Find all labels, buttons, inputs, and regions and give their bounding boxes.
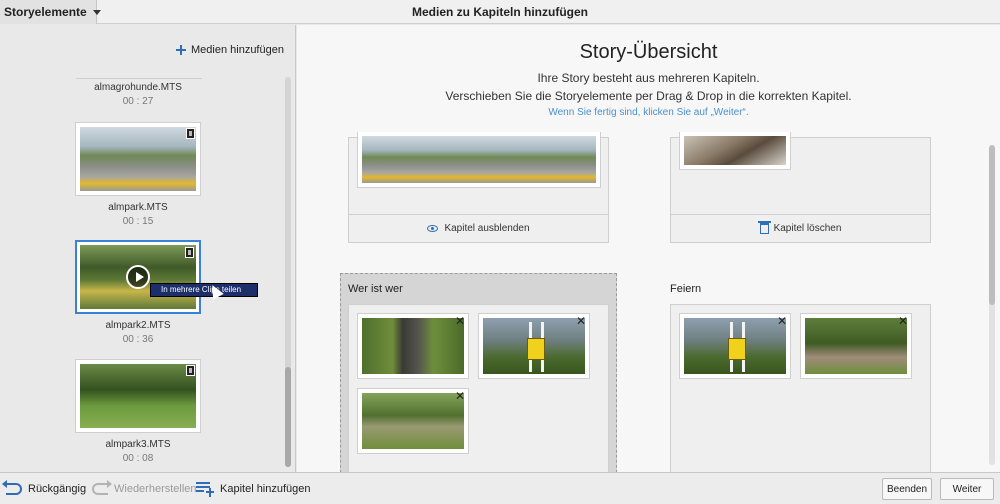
chapter-box[interactable]: ✕ ✕ xyxy=(670,304,931,472)
window-title: Medien zu Kapiteln hinzufügen xyxy=(412,5,588,19)
remove-icon[interactable]: ✕ xyxy=(776,315,788,327)
left-scrollbar-thumb[interactable] xyxy=(285,367,291,467)
media-card-image xyxy=(483,318,585,374)
delete-chapter-label: Kapitel löschen xyxy=(773,223,842,234)
clip-thumbnail[interactable] xyxy=(75,359,201,433)
media-card[interactable]: ✕ xyxy=(800,313,912,379)
delete-chapter-button[interactable]: Kapitel löschen xyxy=(671,214,930,242)
clip-duration: 00 : 15 xyxy=(122,216,154,227)
play-icon[interactable] xyxy=(126,265,150,289)
plus-icon xyxy=(176,45,186,55)
redo-button[interactable]: Wiederherstellen xyxy=(92,479,197,499)
film-icon xyxy=(186,365,195,376)
clip-name: almpark.MTS xyxy=(108,202,168,213)
clip-name: almagrohunde.MTS xyxy=(94,82,182,93)
media-card[interactable] xyxy=(357,132,601,188)
add-media-label: Medien hinzufügen xyxy=(191,44,284,56)
hint-text: Wenn Sie fertig sind, klicken Sie auf „W… xyxy=(548,107,749,118)
redo-label: Wiederherstellen xyxy=(114,483,197,495)
media-card-image xyxy=(362,393,464,449)
clip-duration: 00 : 08 xyxy=(122,453,154,464)
add-media-button[interactable]: Medien hinzufügen xyxy=(176,44,284,56)
media-clip[interactable]: almagrohunde.MTS 00 : 27 xyxy=(75,82,201,107)
subtitle-1: Ihre Story besteht aus mehreren Kapiteln… xyxy=(537,71,760,85)
media-card-image xyxy=(684,136,786,165)
next-button[interactable]: Weiter xyxy=(940,478,994,500)
right-scrollbar-thumb[interactable] xyxy=(989,145,995,305)
media-clip[interactable]: almpark3.MTS 00 : 08 xyxy=(75,359,201,464)
story-overview-panel: Story-Übersicht Ihre Story besteht aus m… xyxy=(297,25,1000,472)
chapter-box: Kapitel löschen xyxy=(670,132,931,243)
clip-thumbnail[interactable] xyxy=(75,122,201,196)
clip-image xyxy=(80,127,196,191)
clip-duration: 00 : 27 xyxy=(122,96,154,107)
sign-shape xyxy=(527,338,545,360)
media-card[interactable]: ✕ xyxy=(357,388,469,454)
media-card-image xyxy=(805,318,907,374)
remove-icon[interactable]: ✕ xyxy=(575,315,587,327)
clip-name: almpark2.MTS xyxy=(105,320,171,331)
top-bar: Storyelemente Medien zu Kapiteln hinzufü… xyxy=(0,0,1000,24)
hide-chapter-label: Kapitel ausblenden xyxy=(444,223,530,234)
chapter-box: Kapitel ausblenden xyxy=(348,132,609,243)
remove-icon[interactable]: ✕ xyxy=(454,315,466,327)
add-chapter-icon xyxy=(196,481,214,497)
add-chapter-button[interactable]: Kapitel hinzufügen xyxy=(196,479,311,499)
undo-label: Rückgängig xyxy=(28,483,87,495)
clip-name: almpark3.MTS xyxy=(105,439,171,450)
undo-button[interactable]: Rückgängig xyxy=(2,479,87,499)
media-card[interactable]: ✕ xyxy=(478,313,590,379)
remove-icon[interactable]: ✕ xyxy=(454,390,466,402)
finish-button[interactable]: Beenden xyxy=(882,478,932,500)
clip-duration: 00 : 36 xyxy=(122,334,154,345)
right-scrollbar[interactable] xyxy=(989,145,995,465)
film-icon xyxy=(186,128,195,139)
media-card-image xyxy=(684,318,786,374)
undo-icon xyxy=(2,480,22,495)
film-icon xyxy=(185,247,194,258)
redo-icon xyxy=(92,480,112,495)
media-card[interactable]: ✕ xyxy=(357,313,469,379)
clip-image xyxy=(80,364,196,428)
remove-icon[interactable]: ✕ xyxy=(897,315,909,327)
subtitle-2: Verschieben Sie die Storyelemente per Dr… xyxy=(445,89,852,103)
media-card[interactable]: ✕ xyxy=(679,313,791,379)
media-card-image xyxy=(362,318,464,374)
clip-divider xyxy=(76,78,202,79)
chapter-title: Wer ist wer xyxy=(348,283,403,295)
trash-icon xyxy=(757,221,771,234)
story-elements-panel: Medien hinzufügen almagrohunde.MTS 00 : … xyxy=(0,25,296,472)
context-menu-split-clip[interactable]: In mehrere Clips teilen xyxy=(150,283,258,297)
media-card-image xyxy=(362,136,596,183)
eye-icon xyxy=(427,225,439,232)
left-scrollbar[interactable] xyxy=(285,77,291,467)
bottom-bar: Rückgängig Wiederherstellen Kapitel hinz… xyxy=(0,472,1000,504)
page-title: Story-Übersicht xyxy=(579,41,718,63)
chapter-box: ✕ ✕ ✕ xyxy=(348,304,609,472)
sign-shape xyxy=(728,338,746,360)
media-card[interactable] xyxy=(679,132,791,170)
hide-chapter-button[interactable]: Kapitel ausblenden xyxy=(349,214,608,242)
media-clip[interactable]: almpark.MTS 00 : 15 xyxy=(75,122,201,227)
chapter-title: Feiern xyxy=(670,283,702,295)
clip-thumbnail[interactable] xyxy=(75,240,201,314)
add-chapter-label: Kapitel hinzufügen xyxy=(220,483,311,495)
